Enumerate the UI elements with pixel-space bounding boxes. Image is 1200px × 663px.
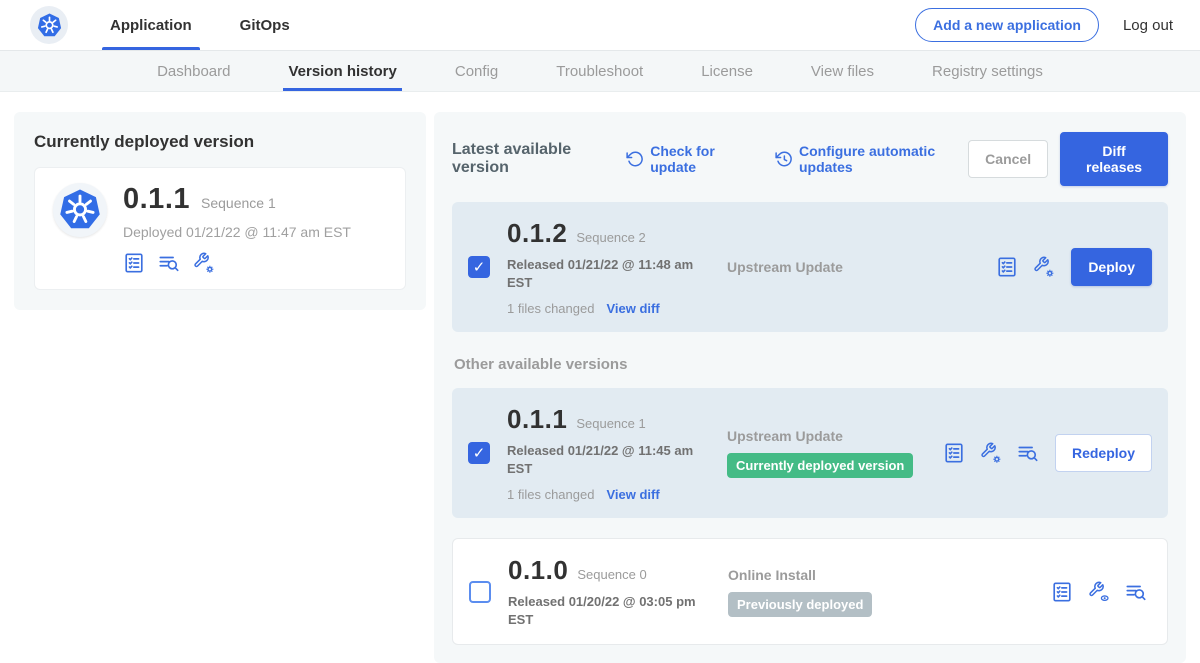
- view-diff-link[interactable]: View diff: [606, 301, 659, 316]
- files-changed-label: 1 files changed: [507, 487, 594, 502]
- version-row: ✓ 0.1.1 Sequence 1 Released 01/21/22 @ 1…: [452, 388, 1168, 518]
- released-timestamp: Released 01/20/22 @ 03:05 pm EST: [508, 593, 696, 628]
- version-info: 0.1.1 Sequence 1 Released 01/21/22 @ 11:…: [507, 404, 723, 502]
- deploy-logs-icon[interactable]: [1017, 442, 1039, 464]
- check-for-update-label: Check for update: [650, 143, 749, 175]
- version-source: Online Install Previously deployed: [724, 567, 1051, 617]
- subnav-item-version-history[interactable]: Version history: [259, 51, 425, 91]
- version-number: 0.1.0: [508, 555, 568, 586]
- latest-version-heading: Latest available version: [452, 141, 612, 177]
- subnav-item-config[interactable]: Config: [426, 51, 527, 91]
- version-number: 0.1.1: [507, 404, 567, 435]
- version-checkbox[interactable]: [469, 581, 491, 603]
- topnav-tabs: Application GitOps: [108, 0, 336, 50]
- deployed-version-number: 0.1.1: [123, 183, 190, 216]
- latest-version-list: ✓ 0.1.2 Sequence 2 Released 01/21/22 @ 1…: [452, 202, 1168, 332]
- app-kubernetes-icon: [53, 183, 107, 237]
- other-versions-heading: Other available versions: [454, 356, 1166, 373]
- version-info: 0.1.0 Sequence 0 Released 01/20/22 @ 03:…: [508, 555, 724, 628]
- other-versions-list: ✓ 0.1.1 Sequence 1 Released 01/21/22 @ 1…: [452, 388, 1168, 645]
- subnav-item-view-files[interactable]: View files: [782, 51, 903, 91]
- released-timestamp: Released 01/21/22 @ 11:48 am EST: [507, 256, 695, 291]
- version-history-panel: Latest available version Check for updat…: [434, 112, 1186, 663]
- deploy-logs-icon[interactable]: [158, 252, 180, 274]
- check-for-update-link[interactable]: Check for update: [626, 143, 749, 175]
- app-sub-nav: DashboardVersion historyConfigTroublesho…: [0, 50, 1200, 92]
- currently-deployed-heading: Currently deployed version: [34, 132, 406, 152]
- status-badge: Currently deployed version: [727, 453, 913, 478]
- deployed-version-card: 0.1.1 Sequence 1 Deployed 01/21/22 @ 11:…: [34, 167, 406, 290]
- deployed-sequence-label: Sequence 1: [201, 195, 276, 211]
- version-source: Upstream Update: [723, 259, 996, 275]
- preflight-checks-icon[interactable]: [1051, 581, 1073, 603]
- version-row-actions: [1051, 581, 1147, 603]
- topnav-tab-application[interactable]: Application: [108, 0, 194, 50]
- check-update-icon: [626, 150, 644, 168]
- checkmark-icon: ✓: [473, 260, 486, 275]
- row-action-button[interactable]: Redeploy: [1055, 434, 1152, 472]
- sequence-label: Sequence 1: [576, 416, 645, 431]
- diff-releases-button[interactable]: Diff releases: [1060, 132, 1168, 186]
- configure-automatic-updates-label: Configure automatic updates: [799, 143, 968, 175]
- edit-config-icon[interactable]: [1033, 256, 1055, 278]
- version-checkbox[interactable]: ✓: [468, 256, 490, 278]
- preflight-checks-icon[interactable]: [996, 256, 1018, 278]
- top-nav: ApplicationGitOps Add a new application …: [0, 0, 1200, 50]
- source-label: Online Install: [728, 567, 1051, 583]
- sequence-label: Sequence 0: [577, 567, 646, 582]
- version-number: 0.1.2: [507, 218, 567, 249]
- source-label: Upstream Update: [727, 428, 943, 444]
- deploy-logs-icon[interactable]: [1125, 581, 1147, 603]
- files-changed-line: 1 files changed View diff: [507, 301, 723, 316]
- view-diff-link[interactable]: View diff: [606, 487, 659, 502]
- subnav-item-registry-settings[interactable]: Registry settings: [903, 51, 1072, 91]
- kubernetes-logo-icon: [30, 6, 68, 44]
- subnav-item-dashboard[interactable]: Dashboard: [128, 51, 259, 91]
- version-row: ✓ 0.1.2 Sequence 2 Released 01/21/22 @ 1…: [452, 202, 1168, 332]
- deployed-timestamp: Deployed 01/21/22 @ 11:47 am EST: [123, 224, 351, 240]
- cancel-button[interactable]: Cancel: [968, 140, 1048, 178]
- version-checkbox[interactable]: ✓: [468, 442, 490, 464]
- version-row-actions: [943, 442, 1039, 464]
- preflight-checks-icon[interactable]: [123, 252, 145, 274]
- version-info: 0.1.2 Sequence 2 Released 01/21/22 @ 11:…: [507, 218, 723, 316]
- checkmark-icon: ✓: [473, 446, 486, 461]
- subnav-item-license[interactable]: License: [672, 51, 782, 91]
- main-content: Currently deployed version 0.1.1 Sequenc…: [0, 92, 1200, 663]
- edit-config-icon[interactable]: [193, 252, 215, 274]
- auto-updates-clock-icon: [775, 150, 793, 168]
- sequence-label: Sequence 2: [576, 230, 645, 245]
- logout-button[interactable]: Log out: [1123, 17, 1173, 34]
- preflight-checks-icon[interactable]: [943, 442, 965, 464]
- currently-deployed-panel: Currently deployed version 0.1.1 Sequenc…: [14, 112, 426, 310]
- version-row-actions: [996, 256, 1055, 278]
- subnav-item-troubleshoot[interactable]: Troubleshoot: [527, 51, 672, 91]
- files-changed-label: 1 files changed: [507, 301, 594, 316]
- configure-automatic-updates-link[interactable]: Configure automatic updates: [775, 143, 968, 175]
- app: { "colors": { "accent_blue": "#3565e0", …: [0, 0, 1200, 634]
- source-label: Upstream Update: [727, 259, 996, 275]
- topnav-tab-gitops[interactable]: GitOps: [238, 0, 292, 50]
- row-gap: [452, 518, 1168, 538]
- row-action-button[interactable]: Deploy: [1071, 248, 1152, 286]
- status-badge: Previously deployed: [728, 592, 872, 617]
- edit-config-icon[interactable]: [980, 442, 1002, 464]
- deployed-version-actions: [123, 252, 351, 274]
- latest-version-header: Latest available version Check for updat…: [452, 132, 1168, 186]
- files-changed-line: 1 files changed View diff: [507, 487, 723, 502]
- add-application-button[interactable]: Add a new application: [915, 8, 1099, 42]
- version-source: Upstream Update Currently deployed versi…: [723, 428, 943, 478]
- view-config-icon[interactable]: [1088, 581, 1110, 603]
- released-timestamp: Released 01/21/22 @ 11:45 am EST: [507, 442, 695, 477]
- version-row: 0.1.0 Sequence 0 Released 01/20/22 @ 03:…: [452, 538, 1168, 645]
